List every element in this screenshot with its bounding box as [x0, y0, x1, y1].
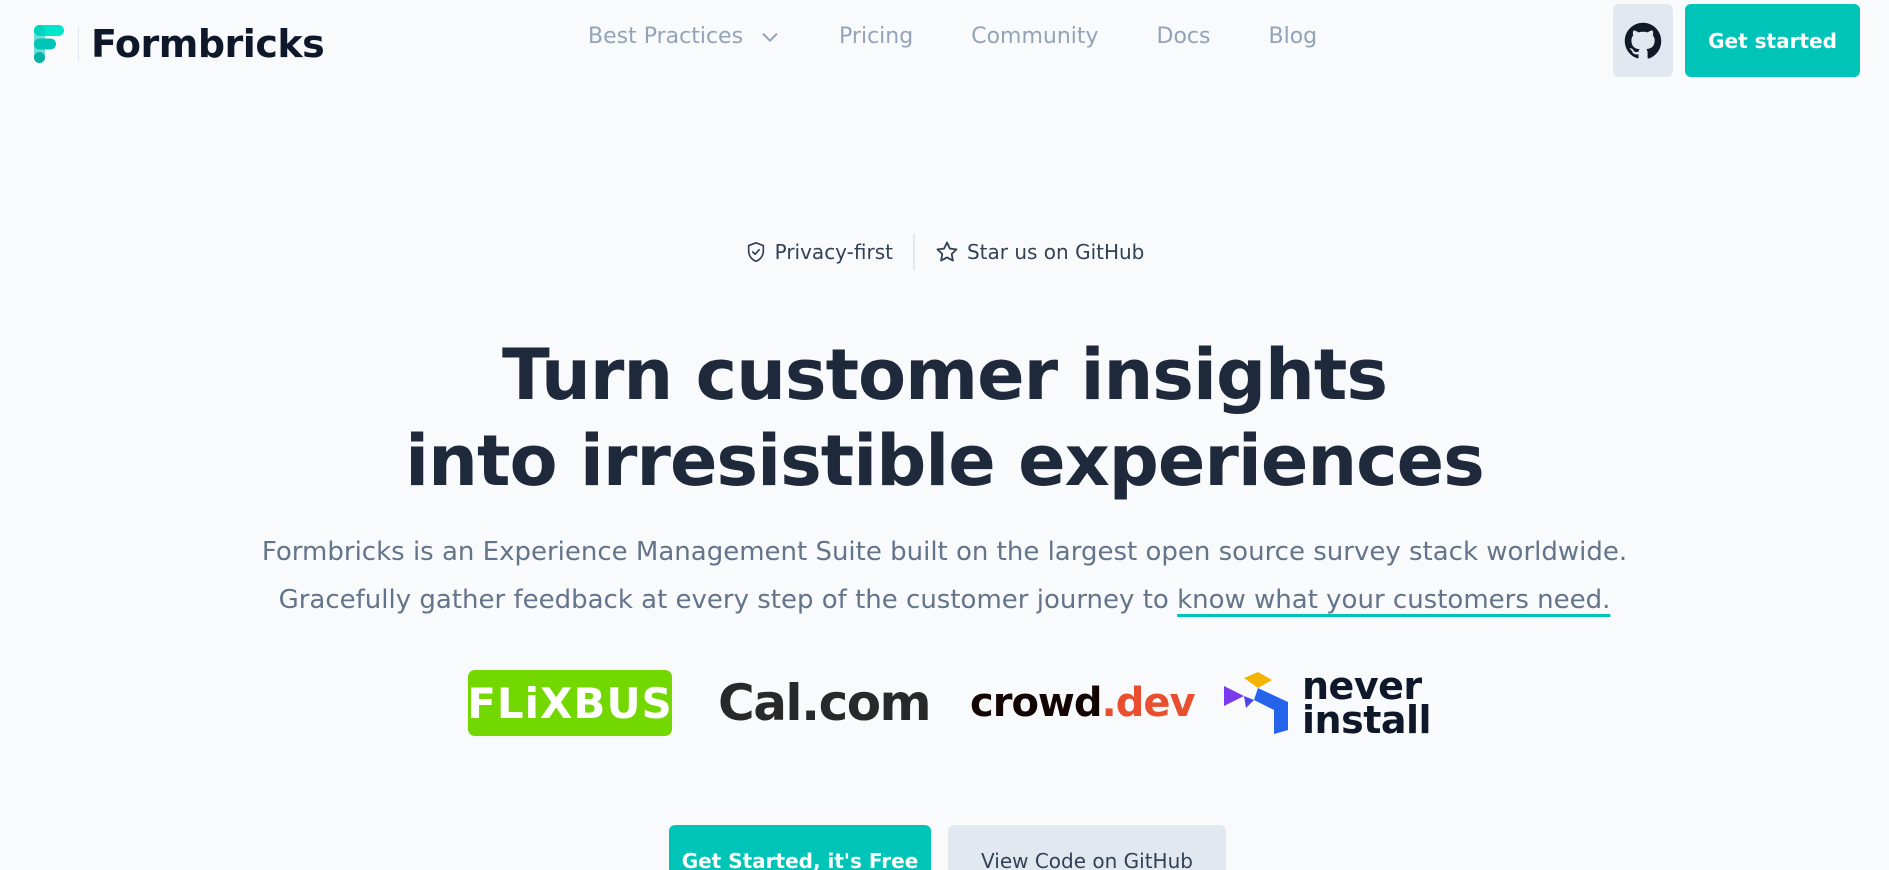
get-started-button[interactable]: Get started — [1685, 4, 1860, 77]
nav-item-label: Docs — [1156, 24, 1211, 49]
calcom-logo: Cal.com — [718, 674, 932, 732]
chevron-down-icon — [762, 32, 778, 42]
view-code-github-button[interactable]: View Code on GitHub — [948, 825, 1226, 870]
nav-item-pricing[interactable]: Pricing — [839, 24, 913, 49]
flixbus-logo: FLiXBUS — [467, 670, 672, 736]
hero-title-line-1: Turn customer insights — [501, 334, 1388, 416]
star-icon — [936, 241, 958, 262]
crowddev-logo-part-1: crowd — [970, 680, 1103, 726]
star-github-link[interactable]: Star us on GitHub — [935, 240, 1144, 264]
hero-title: Turn customer insights into irresistible… — [0, 332, 1889, 504]
neverinstall-line-2: install — [1302, 698, 1432, 742]
hero-subtitle-line-2: Gracefully gather feedback at every step… — [278, 585, 1178, 615]
nav-item-community[interactable]: Community — [971, 24, 1098, 49]
privacy-badge: Privacy-first — [745, 240, 893, 264]
hero-subtitle: Formbricks is an Experience Management S… — [0, 528, 1889, 624]
star-github-label: Star us on GitHub — [966, 240, 1145, 264]
hero-subtitle-highlight: know what your customers need. — [1177, 585, 1611, 615]
neverinstall-wordmark: never install — [1302, 667, 1432, 742]
neverinstall-logo: never install — [1224, 667, 1444, 742]
get-started-free-button[interactable]: Get Started, it's Free — [669, 825, 931, 870]
formbricks-logo-icon — [34, 25, 64, 63]
brand-divider — [78, 26, 79, 62]
privacy-badge-label: Privacy-first — [774, 240, 893, 264]
crowddev-logo-part-2: .dev — [1101, 680, 1196, 726]
shield-check-icon — [747, 242, 764, 262]
github-icon — [1624, 22, 1662, 59]
badge-divider — [912, 234, 915, 270]
main-nav: Best Practices Pricing Community Docs Bl… — [588, 24, 1317, 49]
nav-item-docs[interactable]: Docs — [1157, 24, 1211, 49]
customer-logos: FLiXBUS Cal.com crowd .dev never install — [467, 667, 1431, 739]
top-navigation: Formbricks Best Practices Pricing Commun… — [0, 0, 1889, 82]
nav-item-label: Blog — [1268, 24, 1318, 49]
nav-item-label: Community — [971, 24, 1099, 49]
neverinstall-mark-icon — [1224, 672, 1288, 734]
hero-subtitle-line-1: Formbricks is an Experience Management S… — [261, 537, 1628, 567]
brand-logo[interactable]: Formbricks — [34, 22, 325, 66]
crowddev-logo: crowd .dev — [970, 670, 1196, 736]
nav-item-label: Pricing — [839, 24, 914, 49]
nav-item-label: Best Practices — [588, 24, 744, 49]
nav-item-best-practices[interactable]: Best Practices — [588, 24, 781, 49]
brand-name: Formbricks — [91, 22, 325, 66]
github-button[interactable] — [1613, 4, 1673, 77]
nav-item-blog[interactable]: Blog — [1269, 24, 1318, 49]
hero-badges: Privacy-first Star us on GitHub — [0, 234, 1889, 270]
hero-title-line-2: into irresistible experiences — [405, 420, 1485, 502]
